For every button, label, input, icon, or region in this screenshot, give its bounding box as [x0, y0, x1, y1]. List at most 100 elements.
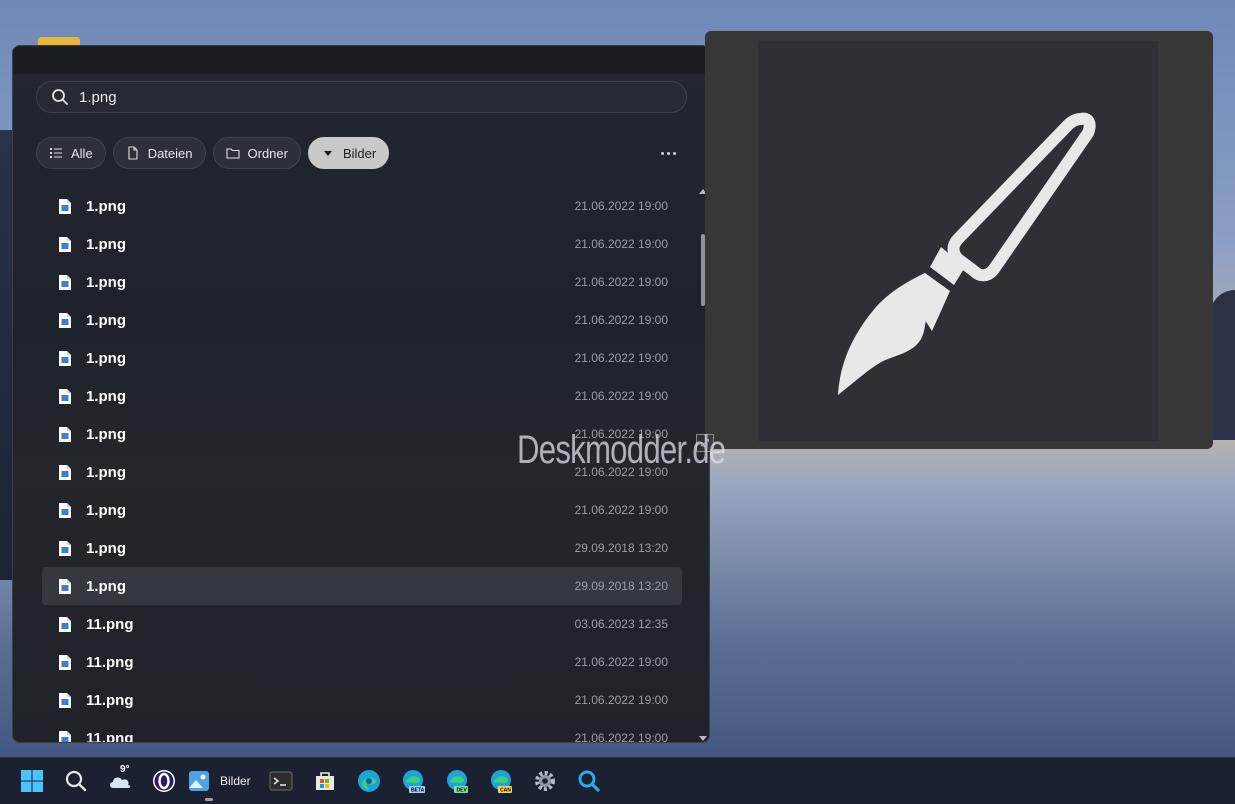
result-row[interactable]: 1.png 29.09.2018 13:20	[42, 529, 682, 567]
can-badge-text: CAN	[500, 788, 511, 794]
dev-badge-text: DEV	[456, 788, 467, 794]
edge-icon	[357, 770, 380, 792]
search-icon	[52, 89, 68, 105]
result-row[interactable]: 1.png 21.06.2022 19:00	[42, 491, 682, 529]
document-icon	[128, 146, 138, 160]
opera-button[interactable]	[142, 761, 186, 801]
result-row[interactable]: 1.png 21.06.2022 19:00	[42, 339, 682, 377]
image-file-icon	[59, 692, 71, 708]
file-date: 21.06.2022 19:00	[574, 655, 668, 669]
dropdown-arrow-icon	[323, 151, 332, 156]
result-row[interactable]: 1.png 21.06.2022 19:00	[42, 301, 682, 339]
image-file-icon	[59, 464, 71, 480]
file-name: 11.png	[86, 615, 134, 633]
photos-app-button[interactable]: Bilder	[186, 761, 259, 801]
edge-button[interactable]	[347, 761, 391, 801]
filter-bar: Alle Dateien Ordner Bilder	[36, 137, 390, 169]
photos-icon	[189, 771, 209, 791]
terminal-button[interactable]	[259, 761, 303, 801]
image-file-icon	[59, 274, 71, 290]
image-file-icon	[59, 426, 71, 442]
image-file-icon	[59, 198, 71, 214]
store-button[interactable]	[303, 761, 347, 801]
filter-files-button[interactable]: Dateien	[112, 137, 206, 169]
scroll-down-arrow-icon[interactable]	[699, 736, 707, 741]
file-date: 21.06.2022 19:00	[574, 731, 668, 743]
edge-beta-button[interactable]: BETA	[391, 761, 435, 801]
filter-all-label: Alle	[71, 145, 93, 161]
result-row[interactable]: 1.png 29.09.2018 13:20	[42, 567, 682, 605]
filter-folders-label: Ordner	[247, 145, 288, 161]
file-name: 11.png	[86, 653, 134, 671]
result-row[interactable]: 11.png 03.06.2023 12:35	[42, 605, 682, 643]
file-name: 11.png	[86, 729, 134, 743]
windows-logo-icon	[21, 770, 43, 792]
taskbar: 9° Bilder BETA DEV CAN	[0, 757, 1235, 804]
edge-dev-button[interactable]: DEV	[435, 761, 479, 801]
file-name: 1.png	[86, 197, 126, 215]
file-name: 1.png	[86, 387, 126, 405]
image-file-icon	[59, 730, 71, 742]
more-options-button[interactable]	[656, 142, 680, 164]
filter-all-button[interactable]: Alle	[36, 137, 106, 169]
edge-canary-button[interactable]: CAN	[479, 761, 523, 801]
paintbrush-icon	[838, 112, 1096, 395]
image-file-icon	[59, 654, 71, 670]
file-name: 1.png	[86, 235, 126, 253]
weather-widget-button[interactable]: 9°	[98, 761, 142, 801]
image-file-icon	[59, 578, 71, 594]
file-date: 29.09.2018 13:20	[574, 541, 668, 555]
result-row[interactable]: 11.png 21.06.2022 19:00	[42, 719, 682, 743]
search-input[interactable]	[79, 88, 639, 106]
weather-temperature: 9°	[118, 764, 132, 775]
file-date: 21.06.2022 19:00	[574, 313, 668, 327]
more-dot-icon	[660, 151, 664, 155]
file-date: 21.06.2022 19:00	[574, 693, 668, 707]
image-file-icon	[59, 388, 71, 404]
file-date: 21.06.2022 19:00	[574, 503, 668, 517]
search-icon	[65, 770, 87, 792]
file-date: 29.09.2018 13:20	[574, 579, 668, 593]
preview-image	[758, 41, 1158, 441]
result-row[interactable]: 1.png 21.06.2022 19:00	[42, 225, 682, 263]
store-icon	[315, 772, 334, 790]
file-name: 1.png	[86, 577, 126, 595]
image-file-icon	[59, 312, 71, 328]
image-file-icon	[59, 502, 71, 518]
file-name: 1.png	[86, 311, 126, 329]
preview-pane	[705, 31, 1213, 449]
filter-images-label: Bilder	[342, 145, 377, 161]
image-file-icon	[59, 540, 71, 556]
background-shore	[0, 130, 12, 580]
result-row[interactable]: 1.png 21.06.2022 19:00	[42, 377, 682, 415]
file-date: 21.06.2022 19:00	[574, 275, 668, 289]
folder-icon	[225, 148, 240, 159]
filter-files-label: Dateien	[147, 145, 193, 161]
result-row[interactable]: 11.png 21.06.2022 19:00	[42, 681, 682, 719]
file-name: 1.png	[86, 273, 126, 291]
image-file-icon	[59, 236, 71, 252]
result-row[interactable]: 1.png 21.06.2022 19:00	[42, 263, 682, 301]
result-row[interactable]: 1.png 21.06.2022 19:00	[42, 187, 682, 225]
search-box[interactable]	[36, 81, 687, 113]
result-row[interactable]: 11.png 21.06.2022 19:00	[42, 643, 682, 681]
beta-badge-text: BETA	[411, 788, 425, 794]
more-dot-icon	[666, 151, 670, 155]
filter-images-button[interactable]: Bilder	[307, 137, 390, 169]
file-name: 1.png	[86, 501, 126, 519]
search-app-button[interactable]	[567, 761, 611, 801]
more-dot-icon	[672, 151, 676, 155]
gear-icon	[534, 771, 555, 791]
settings-button[interactable]	[523, 761, 567, 801]
filter-folders-button[interactable]: Ordner	[212, 137, 301, 169]
taskbar-search-button[interactable]	[54, 761, 98, 801]
image-file-icon	[59, 616, 71, 632]
file-name: 1.png	[86, 425, 126, 443]
start-button[interactable]	[10, 761, 54, 801]
edge-beta-icon: BETA	[402, 770, 425, 794]
file-name: 1.png	[86, 463, 126, 481]
file-date: 21.06.2022 19:00	[574, 199, 668, 213]
file-name: 1.png	[86, 539, 126, 557]
file-date: 21.06.2022 19:00	[574, 389, 668, 403]
magnifier-icon	[578, 770, 600, 792]
